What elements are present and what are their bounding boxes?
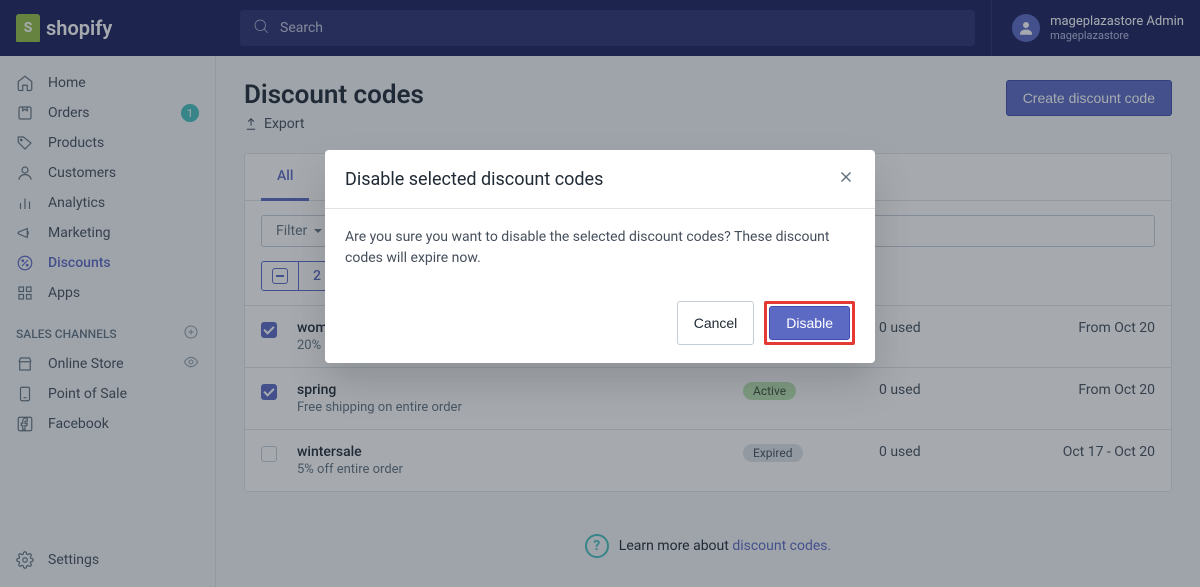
modal-footer: Cancel Disable — [325, 287, 875, 363]
highlight-annotation: Disable — [764, 301, 855, 345]
modal-overlay: Disable selected discount codes Are you … — [0, 0, 1200, 587]
modal-header: Disable selected discount codes — [325, 150, 875, 209]
modal-body: Are you sure you want to disable the sel… — [325, 209, 875, 287]
modal-close-button[interactable] — [837, 168, 855, 190]
cancel-button[interactable]: Cancel — [677, 301, 755, 345]
disable-button[interactable]: Disable — [769, 306, 850, 340]
disable-codes-modal: Disable selected discount codes Are you … — [325, 150, 875, 363]
modal-title: Disable selected discount codes — [345, 169, 603, 190]
